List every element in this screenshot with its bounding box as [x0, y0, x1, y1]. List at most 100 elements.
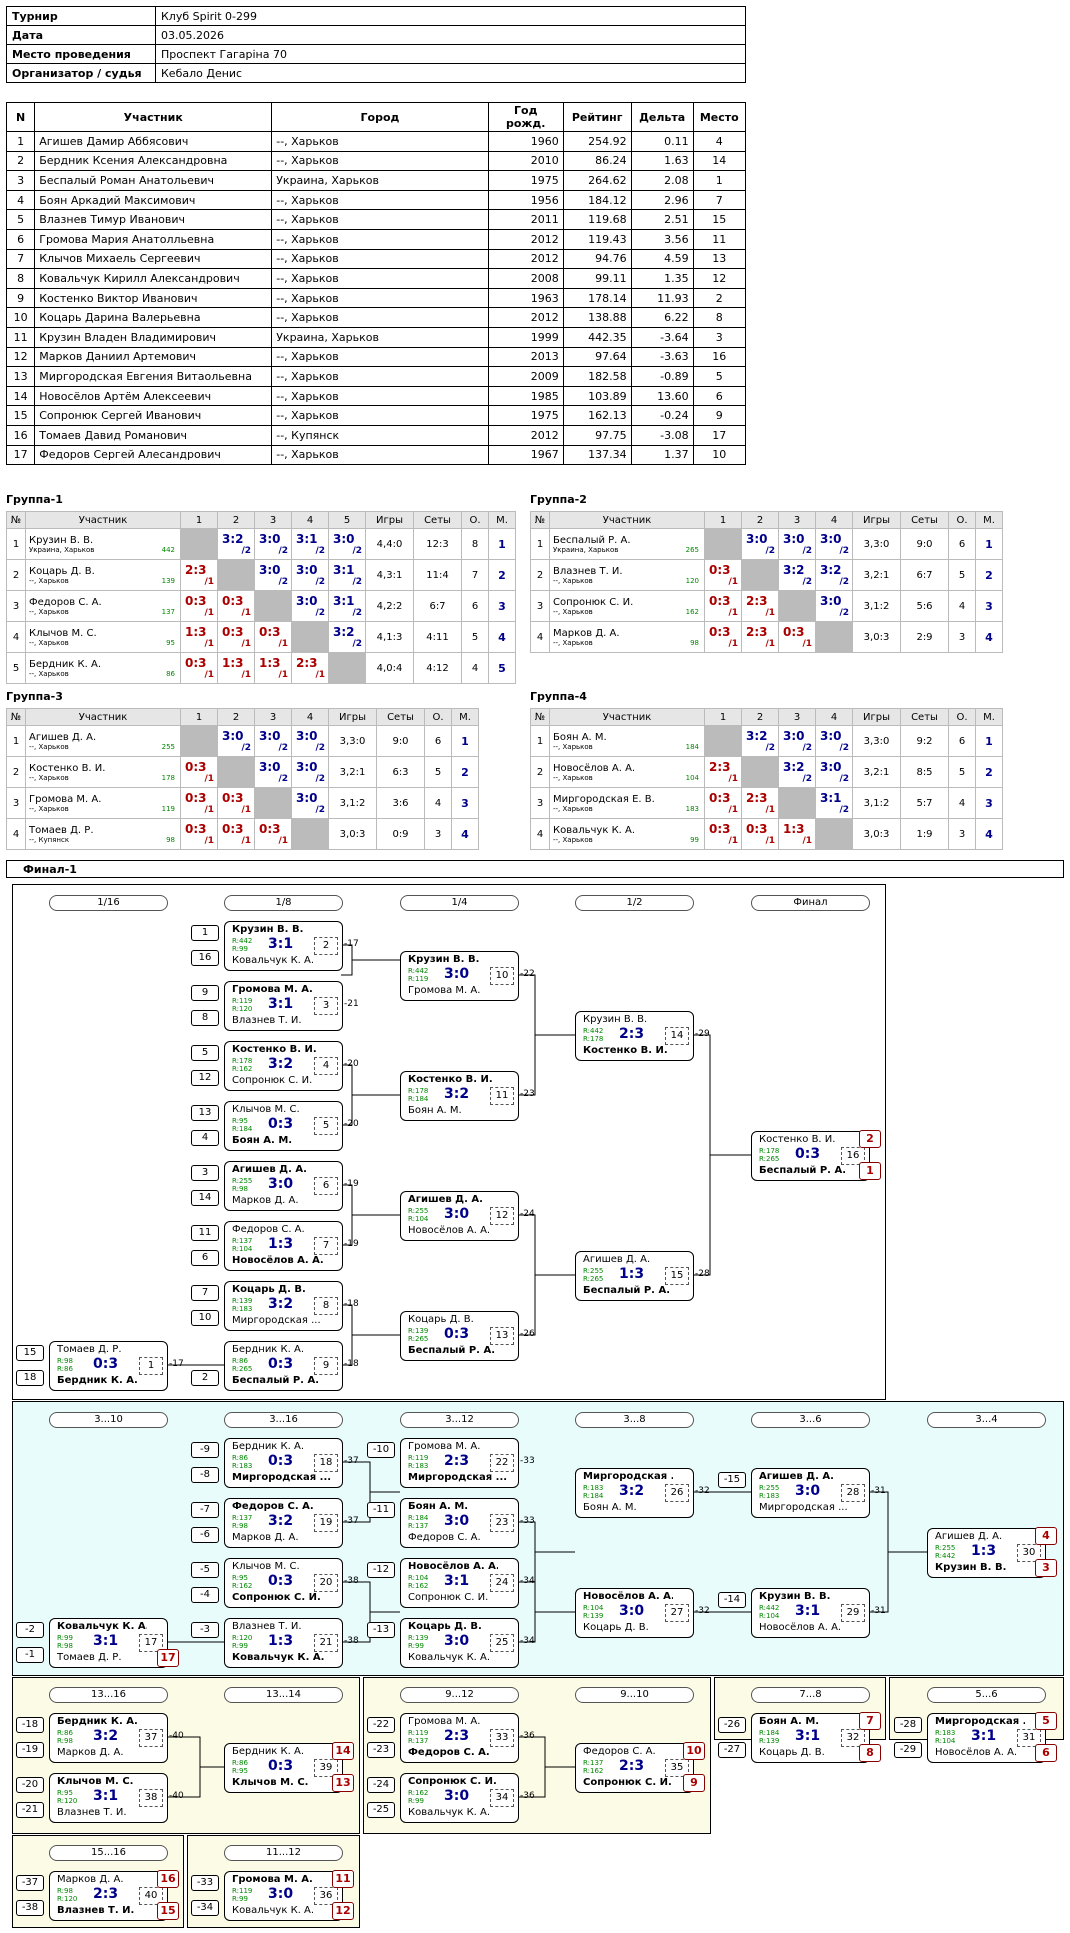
match-score: 3:1 [795, 1728, 821, 1744]
match-player2: Беспалый Р. А. [232, 1375, 319, 1386]
seed-label: 12 [191, 1070, 219, 1086]
next-match-label: -40 [169, 1791, 184, 1801]
match-player2: Боян А. М. [583, 1502, 637, 1513]
seed-label: 5 [191, 1045, 219, 1061]
match-box: Крузин В. В. R:442 R:99 3:1 2 Ковальчук К. А. [224, 921, 343, 971]
match-rating2: R:137 [408, 1522, 429, 1530]
seed-label: 7 [191, 1285, 219, 1301]
match-rating2: R:183 [408, 1462, 429, 1470]
round-header: 11...12 [224, 1845, 343, 1861]
match-rating1: R:86 [232, 1759, 248, 1767]
match-rating2: R:95 [232, 1767, 248, 1775]
final-place-badge: 3 [1035, 1559, 1057, 1577]
match-rating2: R:120 [57, 1797, 78, 1805]
match-player1: Клычов М. С. [232, 1104, 300, 1115]
match-box: Агишев Д. А. R:255 R:265 1:3 15 Беспалый Р. А… [575, 1251, 694, 1301]
match-player1: Боян А. М. [408, 1501, 469, 1512]
final-place-badge: 12 [332, 1902, 354, 1920]
match-rating1: R:86 [57, 1729, 73, 1737]
match-score: 3:0 [444, 1633, 470, 1649]
final-place-badge: 14 [332, 1742, 354, 1760]
match-rating2: R:265 [759, 1155, 780, 1163]
match-rating1: R:137 [232, 1514, 253, 1522]
match-rating1: R:178 [232, 1057, 253, 1065]
match-score: 3:0 [268, 1176, 294, 1192]
match-player2: Федоров С. А. [408, 1532, 481, 1543]
match-box: Клычов М. С. R:95 R:120 3:1 38 Влазнев Т. И. [49, 1773, 168, 1823]
match-rating2: R:139 [759, 1737, 780, 1745]
match-score: 3:2 [268, 1296, 294, 1312]
next-match-label: -28 [695, 1269, 710, 1279]
match-number: 23 [490, 1514, 514, 1532]
match-score: 3:0 [444, 1788, 470, 1804]
match-player2: Ковальчук К. А. [232, 955, 315, 966]
match-player1: Коцарь Д. В. [408, 1314, 474, 1325]
next-match-label: -24 [520, 1209, 535, 1219]
next-match-label: -38 [344, 1636, 359, 1646]
match-score: 0:3 [268, 1758, 294, 1774]
next-match-label: -40 [169, 1731, 184, 1741]
seed-label: -15 [718, 1472, 746, 1488]
match-number: 2 [314, 937, 338, 955]
match-box: Крузин В. В. R:442 R:178 2:3 14 Костенко В. И… [575, 1011, 694, 1061]
match-number: 13 [490, 1327, 514, 1345]
match-player2: Ковальчук К. А. [408, 1652, 491, 1663]
match-player1: Агишев Д. А. [935, 1531, 1003, 1542]
seed-label: 10 [191, 1310, 219, 1326]
match-player1: Миргородская ... [583, 1471, 673, 1482]
next-match-label: -22 [520, 969, 535, 979]
match-player1: Федоров С. А. [232, 1501, 314, 1512]
match-rating2: R:99 [232, 1642, 248, 1650]
match-score: 3:0 [444, 1513, 470, 1529]
match-score: 3:1 [444, 1573, 470, 1589]
match-rating1: R:255 [583, 1267, 604, 1275]
match-rating2: R:184 [408, 1095, 429, 1103]
match-rating1: R:178 [759, 1147, 780, 1155]
match-box: Федоров С. А. R:137 R:98 3:2 19 Марков Д. А. [224, 1498, 343, 1548]
final-place-badge: 6 [1035, 1744, 1057, 1762]
seed-label: 6 [191, 1250, 219, 1266]
seed-label: -34 [191, 1900, 219, 1916]
match-number: 37 [139, 1729, 163, 1747]
match-rating1: R:442 [408, 967, 429, 975]
match-box: Громова М. А. R:119 R:120 3:1 3 Влазнев Т. И. [224, 981, 343, 1031]
match-score: 0:3 [93, 1356, 119, 1372]
match-box: Бердник К. А. R:86 R:98 3:2 37 Марков Д. А. [49, 1713, 168, 1763]
match-player1: Коцарь Д. В. [232, 1284, 306, 1295]
match-player2: Громова М. А. [408, 985, 481, 996]
match-player1: Громова М. А. [408, 1716, 481, 1727]
seed-label: -7 [191, 1502, 219, 1518]
seed-label: 11 [191, 1225, 219, 1241]
match-box: Костенко В. И. R:178 R:265 0:3 16 Беспалый Р.… [751, 1131, 870, 1181]
match-player2: Костенко В. И. [583, 1045, 668, 1056]
match-rating2: R:183 [232, 1462, 253, 1470]
seed-label: -9 [191, 1442, 219, 1458]
match-number: 11 [490, 1087, 514, 1105]
match-rating2: R:99 [408, 1797, 424, 1805]
match-number: 10 [490, 967, 514, 985]
match-rating1: R:119 [408, 1729, 429, 1737]
seed-label: 16 [191, 950, 219, 966]
match-rating1: R:442 [759, 1604, 780, 1612]
match-rating2: R:137 [408, 1737, 429, 1745]
match-number: 3 [314, 997, 338, 1015]
final-place-badge: 4 [1035, 1527, 1057, 1545]
match-box: Клычов М. С. R:95 R:184 0:3 5 Боян А. М. [224, 1101, 343, 1151]
match-player1: Федоров С. А. [232, 1224, 305, 1235]
round-header: 3...6 [751, 1412, 870, 1428]
match-score: 0:3 [268, 1356, 294, 1372]
seed-label: -13 [367, 1622, 395, 1638]
match-number: 14 [665, 1027, 689, 1045]
match-player1: Костенко В. И. [232, 1044, 317, 1055]
match-player2: Томаев Д. Р. [57, 1652, 122, 1663]
seed-label: -6 [191, 1527, 219, 1543]
match-player2: Беспалый Р. А. [408, 1345, 495, 1356]
match-rating2: R:99 [232, 1895, 248, 1903]
match-player2: Коцарь Д. В. [583, 1622, 649, 1633]
match-number: 38 [139, 1789, 163, 1807]
match-player2: Клычов М. С. [232, 1777, 309, 1788]
final-place-badge: 17 [157, 1649, 179, 1667]
match-box: Миргородская ... R:183 R:184 3:2 26 Боян А. М… [575, 1468, 694, 1518]
match-player1: Агишев Д. А. [583, 1254, 651, 1265]
match-rating1: R:162 [408, 1789, 429, 1797]
